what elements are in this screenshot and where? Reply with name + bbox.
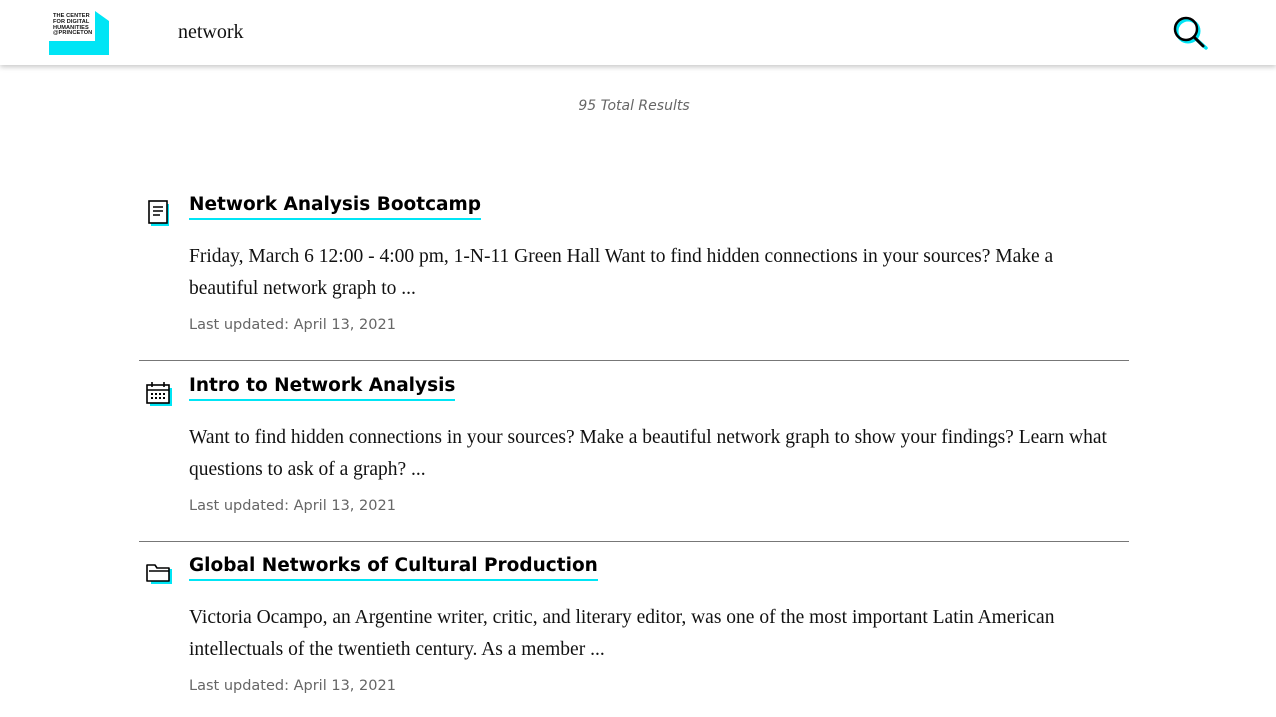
search-button[interactable] <box>1170 14 1208 50</box>
result-excerpt: Victoria Ocampo, an Argentine writer, cr… <box>189 607 1055 660</box>
result-updated: Last updated: April 13, 2021 <box>189 498 396 514</box>
result-title-link[interactable]: Network Analysis Bootcamp <box>189 194 482 220</box>
result-excerpt: Friday, March 6 12:00 - 4:00 pm, 1-N-11 … <box>189 246 1054 299</box>
logo-text: THE CENTER FOR DIGITAL HUMANITIES @PRINC… <box>53 13 101 37</box>
cdh-logo[interactable]: THE CENTER FOR DIGITAL HUMANITIES @PRINC… <box>49 11 109 55</box>
document-icon <box>145 198 173 226</box>
logo-line: @PRINCETON <box>53 30 93 37</box>
site-header: THE CENTER FOR DIGITAL HUMANITIES @PRINC… <box>0 0 1276 65</box>
result-title-link[interactable]: Intro to Network Analysis <box>189 375 456 401</box>
magnifier-icon <box>1173 16 1208 50</box>
search-input[interactable] <box>178 18 1078 46</box>
result-divider <box>139 541 1129 542</box>
result-excerpt: Want to find hidden connections in your … <box>189 427 1107 480</box>
folder-icon <box>145 559 173 587</box>
total-results: 95 Total Results <box>578 98 690 114</box>
result-updated: Last updated: April 13, 2021 <box>189 678 396 694</box>
result-title-link[interactable]: Global Networks of Cultural Production <box>189 555 598 581</box>
result-updated: Last updated: April 13, 2021 <box>189 317 396 333</box>
calendar-icon <box>145 379 173 407</box>
result-divider <box>139 360 1129 361</box>
